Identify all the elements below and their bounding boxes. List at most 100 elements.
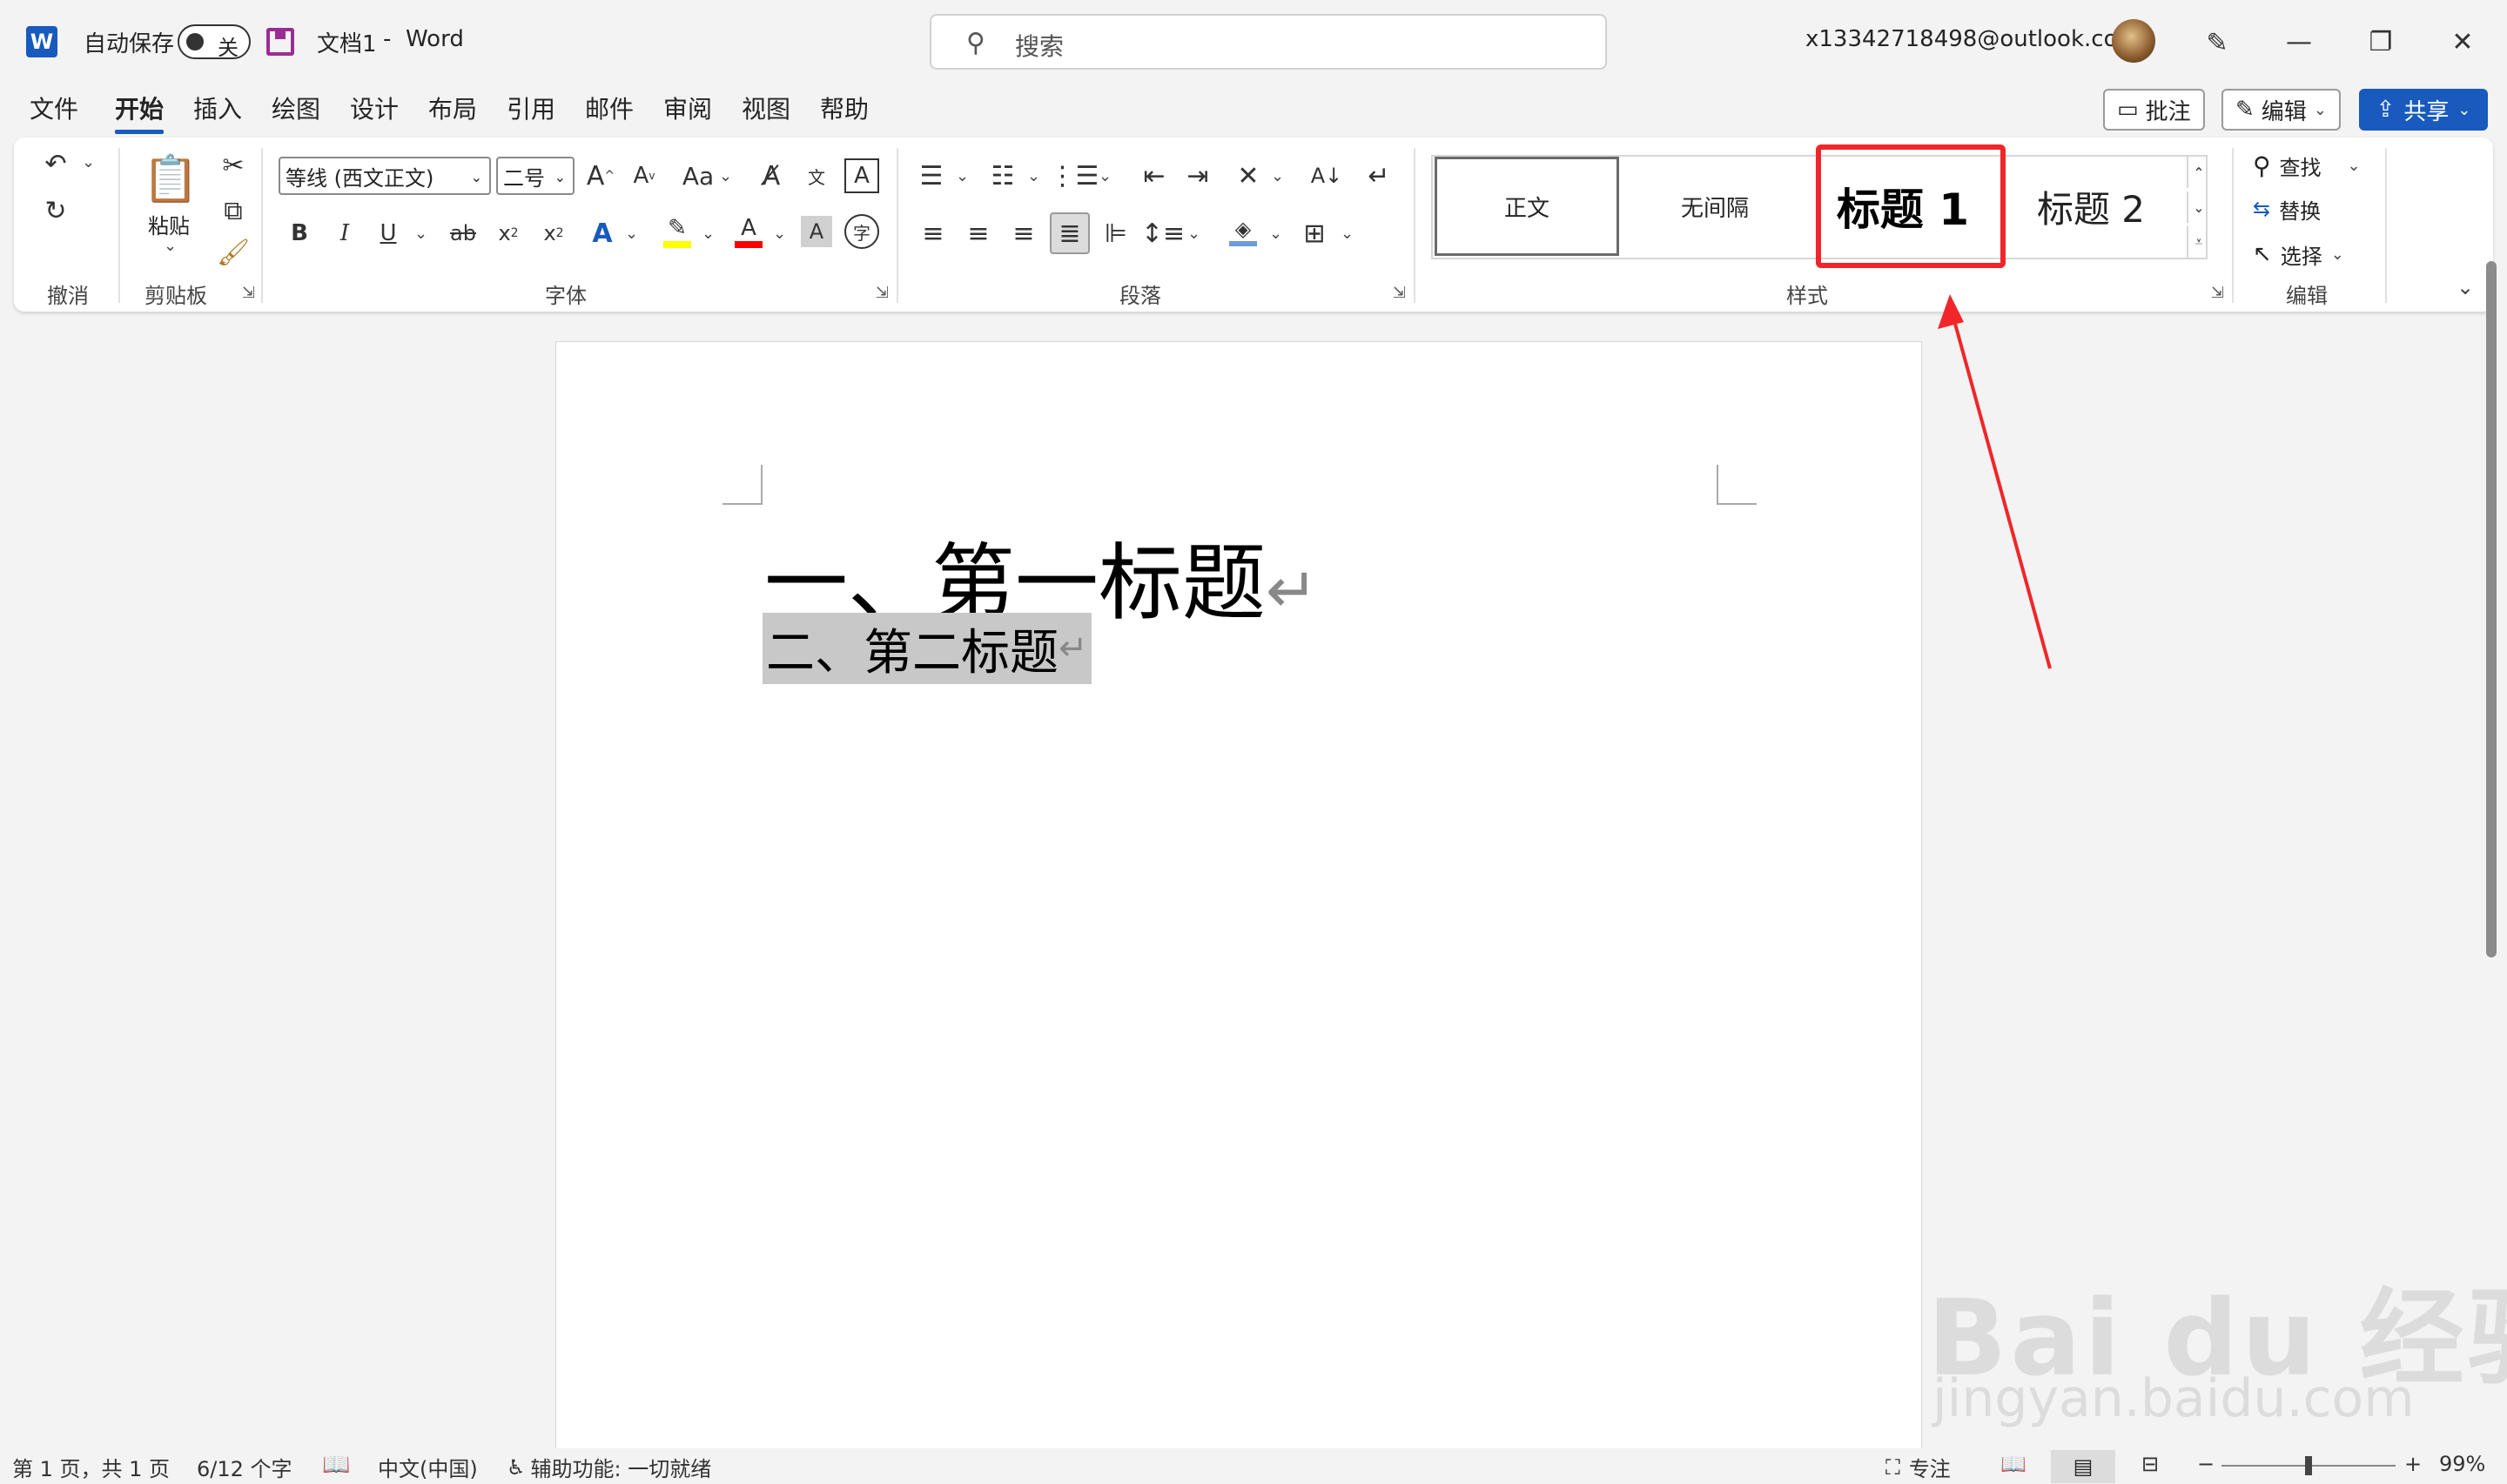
grow-font-icon[interactable]: A ^ [583, 157, 618, 195]
font-color-dropdown-icon[interactable]: ⌄ [773, 225, 786, 243]
undo-icon[interactable]: ↶ [37, 144, 75, 183]
align-right-icon[interactable]: ≡ [1006, 214, 1041, 252]
style-heading-2[interactable]: 标题 2 [1999, 157, 2183, 256]
language-status[interactable]: 中文(中国) [378, 1452, 478, 1482]
bullets-icon[interactable]: ☰ [914, 157, 949, 195]
tab-draw[interactable]: 绘图 [272, 92, 320, 127]
tab-insert[interactable]: 插入 [193, 92, 242, 127]
strikethrough-icon[interactable]: ab [444, 214, 482, 252]
vertical-scrollbar[interactable] [2486, 261, 2497, 957]
bold-icon[interactable]: B [282, 214, 317, 252]
proofing-icon[interactable]: 📖 [322, 1452, 350, 1478]
tab-file[interactable]: 文件 [30, 92, 78, 127]
style-normal[interactable]: 正文 [1435, 157, 1619, 256]
search-box[interactable]: ⚲ 搜索 [930, 14, 1607, 70]
select-button[interactable]: ↖ 选择 ⌄ [2253, 237, 2344, 272]
text-effects-dropdown-icon[interactable]: ⌄ [625, 225, 638, 243]
show-marks-icon[interactable]: ↵ [1361, 157, 1396, 195]
accessibility-status[interactable]: ♿ 辅助功能: 一切就绪 [507, 1452, 711, 1482]
superscript-icon[interactable]: x2 [536, 214, 571, 252]
web-layout-icon[interactable]: ⊟ [2141, 1452, 2159, 1476]
zoom-level[interactable]: 99% [2439, 1452, 2485, 1476]
print-layout-icon[interactable]: ▤ [2051, 1450, 2115, 1483]
multilevel-list-icon[interactable]: ⋮☰ [1050, 157, 1099, 195]
phonetic-guide-icon[interactable]: 文 [799, 157, 834, 195]
underline-icon[interactable]: U [371, 214, 406, 252]
italic-icon[interactable]: I [327, 214, 362, 252]
word-count[interactable]: 6/12 个字 [197, 1452, 292, 1482]
borders-dropdown-icon[interactable]: ⌄ [1341, 225, 1354, 243]
shading-icon[interactable]: ◈ [1224, 212, 1262, 251]
font-launcher-icon[interactable]: ⇲ [876, 284, 889, 302]
save-icon[interactable] [266, 28, 294, 56]
character-shading-icon[interactable]: A [801, 216, 832, 247]
justify-icon[interactable]: ≣ [1050, 212, 1090, 254]
styles-scroll-down-icon[interactable]: ⌄ [2187, 191, 2209, 223]
minimize-button[interactable]: — [2260, 14, 2338, 70]
read-mode-icon[interactable]: 📖 [2000, 1452, 2026, 1476]
tab-design[interactable]: 设计 [350, 92, 399, 127]
editing-mode-button[interactable]: ✎ 编辑 ⌄ [2221, 89, 2341, 131]
style-no-spacing[interactable]: 无间隔 [1623, 157, 1807, 256]
redo-icon[interactable]: ↻ [37, 191, 75, 230]
autosave-toggle[interactable]: 关 [178, 24, 251, 60]
zoom-slider-thumb[interactable] [2305, 1456, 2312, 1475]
comments-button[interactable]: ▭ 批注 [2103, 89, 2205, 131]
tab-layout[interactable]: 布局 [428, 92, 477, 127]
zoom-out-icon[interactable]: − [2197, 1452, 2215, 1476]
styles-scroll-up-icon[interactable]: ⌃ [2187, 157, 2209, 188]
share-button[interactable]: ⇪ 共享 ⌄ [2359, 89, 2488, 131]
bullets-dropdown-icon[interactable]: ⌄ [956, 167, 969, 185]
distributed-icon[interactable]: ⊫ [1099, 214, 1133, 252]
styles-more-icon[interactable]: ⩡ [2187, 226, 2209, 258]
line-spacing-dropdown-icon[interactable]: ⌄ [1187, 225, 1200, 243]
font-name-select[interactable]: 等线 (西文正文) ⌄ [279, 157, 491, 195]
paragraph-launcher-icon[interactable]: ⇲ [1393, 284, 1406, 302]
line-spacing-icon[interactable]: ↕≡ [1141, 214, 1185, 252]
character-scaling-icon[interactable]: ✕ [1231, 157, 1266, 195]
tab-review[interactable]: 审阅 [663, 92, 712, 127]
numbering-icon[interactable]: ☷ [985, 157, 1020, 195]
change-case-button[interactable]: Aa [679, 157, 717, 195]
align-center-icon[interactable]: ≡ [961, 214, 996, 252]
account-name[interactable]: x13342718498@outlook.com [1805, 26, 2140, 52]
underline-dropdown-icon[interactable]: ⌄ [414, 225, 427, 243]
highlight-dropdown-icon[interactable]: ⌄ [702, 225, 715, 243]
clear-formatting-icon[interactable]: A̸ [754, 157, 789, 195]
tab-help[interactable]: 帮助 [820, 92, 869, 127]
copy-icon[interactable]: ⧉ [216, 193, 251, 228]
document-page[interactable] [555, 341, 1922, 1464]
borders-icon[interactable]: ⊞ [1297, 214, 1332, 252]
tab-mailings[interactable]: 邮件 [585, 92, 634, 127]
align-left-icon[interactable]: ≡ [916, 214, 951, 252]
font-size-select[interactable]: 二号 ⌄ [496, 157, 575, 195]
find-button[interactable]: ⚲ 查找 ⌄ [2253, 148, 2361, 183]
enclose-characters-icon[interactable]: 字 [844, 214, 879, 249]
sort-icon[interactable]: A↓ [1309, 157, 1344, 195]
ribbon-collapse-icon[interactable]: ⌄ [2457, 275, 2474, 299]
zoom-slider[interactable] [2221, 1456, 2396, 1475]
multilevel-dropdown-icon[interactable]: ⌄ [1099, 167, 1112, 185]
restore-button[interactable]: ❐ [2342, 14, 2420, 70]
heading-2-text-selected[interactable]: 二、第二标题 ↵ [763, 613, 1092, 684]
page-count[interactable]: 第 1 页，共 1 页 [12, 1452, 170, 1482]
numbering-dropdown-icon[interactable]: ⌄ [1027, 167, 1040, 185]
styles-launcher-icon[interactable]: ⇲ [2211, 284, 2224, 302]
increase-indent-icon[interactable]: ⇥ [1180, 157, 1215, 195]
focus-button[interactable]: ⛶ 专注 [1885, 1452, 1951, 1482]
tab-view[interactable]: 视图 [742, 92, 790, 127]
paste-dropdown-icon[interactable]: ⌄ [164, 237, 177, 255]
tab-home[interactable]: 开始 [115, 92, 165, 134]
character-border-icon[interactable]: A [844, 158, 879, 193]
replace-button[interactable]: ⇆ 替换 [2253, 191, 2321, 226]
designer-pen-icon[interactable]: ✎ [2195, 21, 2239, 64]
undo-dropdown-icon[interactable]: ⌄ [82, 153, 95, 171]
cut-icon[interactable]: ✂ [216, 148, 251, 183]
font-color-icon[interactable]: A [729, 212, 768, 251]
change-case-dropdown-icon[interactable]: ⌄ [719, 167, 732, 185]
paste-icon[interactable]: 📋 [143, 150, 199, 207]
decrease-indent-icon[interactable]: ⇤ [1137, 157, 1172, 195]
paste-label[interactable]: 粘贴 [148, 209, 190, 239]
text-effects-icon[interactable]: A [583, 214, 622, 252]
close-button[interactable]: ✕ [2423, 14, 2502, 70]
